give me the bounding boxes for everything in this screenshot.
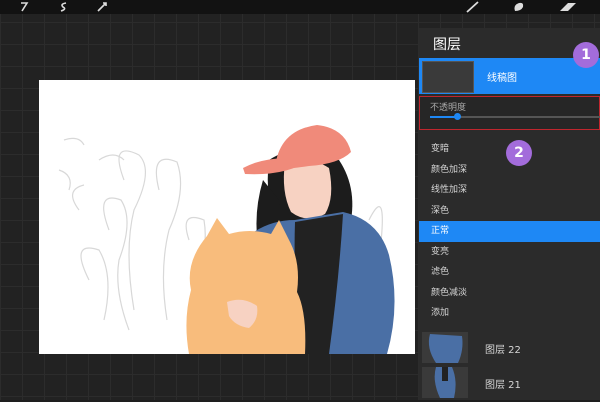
smudge-icon[interactable] bbox=[512, 0, 526, 14]
blend-mode-item[interactable]: 正常 bbox=[419, 221, 600, 242]
selected-layer-name: 线稿图 bbox=[487, 73, 517, 84]
layers-panel: 图层 线稿图 不透明度 变暗 颜色加深 线性加深 深色 正常 变亮 滤色 颜色减淡 添加 图层 … bbox=[419, 28, 600, 400]
layer-thumbnail bbox=[422, 367, 468, 398]
layers-panel-title: 图层 bbox=[433, 37, 461, 53]
top-toolbar bbox=[0, 0, 600, 14]
blend-mode-item[interactable]: 添加 bbox=[419, 303, 600, 324]
opacity-slider[interactable] bbox=[430, 113, 600, 120]
selection-icon[interactable] bbox=[58, 0, 70, 14]
opacity-label: 不透明度 bbox=[430, 103, 467, 113]
layer-name: 图层 21 bbox=[485, 380, 521, 391]
opacity-slider-fill bbox=[430, 116, 458, 118]
layer-thumbnail bbox=[422, 332, 468, 363]
drawing-canvas[interactable] bbox=[39, 80, 415, 354]
eraser-icon[interactable] bbox=[558, 0, 578, 14]
blend-mode-item[interactable]: 变亮 bbox=[419, 242, 600, 263]
brush-icon[interactable] bbox=[466, 0, 480, 14]
adjustments-icon[interactable] bbox=[18, 0, 30, 14]
layer-thumbnail bbox=[422, 61, 474, 93]
blend-mode-item[interactable]: 颜色减淡 bbox=[419, 283, 600, 304]
layer-name: 图层 22 bbox=[485, 345, 521, 356]
layer-row[interactable]: 图层 21 bbox=[419, 366, 600, 399]
blend-mode-list: 变暗 颜色加深 线性加深 深色 正常 变亮 滤色 颜色减淡 添加 bbox=[419, 139, 600, 324]
illustration bbox=[58, 125, 395, 354]
annotation-badge: 1 bbox=[573, 42, 599, 68]
blend-mode-item[interactable]: 滤色 bbox=[419, 262, 600, 283]
blend-mode-item[interactable]: 线性加深 bbox=[419, 180, 600, 201]
opacity-control: 不透明度 bbox=[419, 96, 600, 130]
annotation-badge: 2 bbox=[506, 140, 532, 166]
layer-row[interactable]: 图层 22 bbox=[419, 331, 600, 364]
transform-icon[interactable] bbox=[96, 0, 108, 14]
selected-layer-row[interactable]: 线稿图 bbox=[419, 58, 600, 94]
blend-mode-item[interactable]: 深色 bbox=[419, 201, 600, 222]
opacity-slider-knob[interactable] bbox=[454, 113, 462, 120]
